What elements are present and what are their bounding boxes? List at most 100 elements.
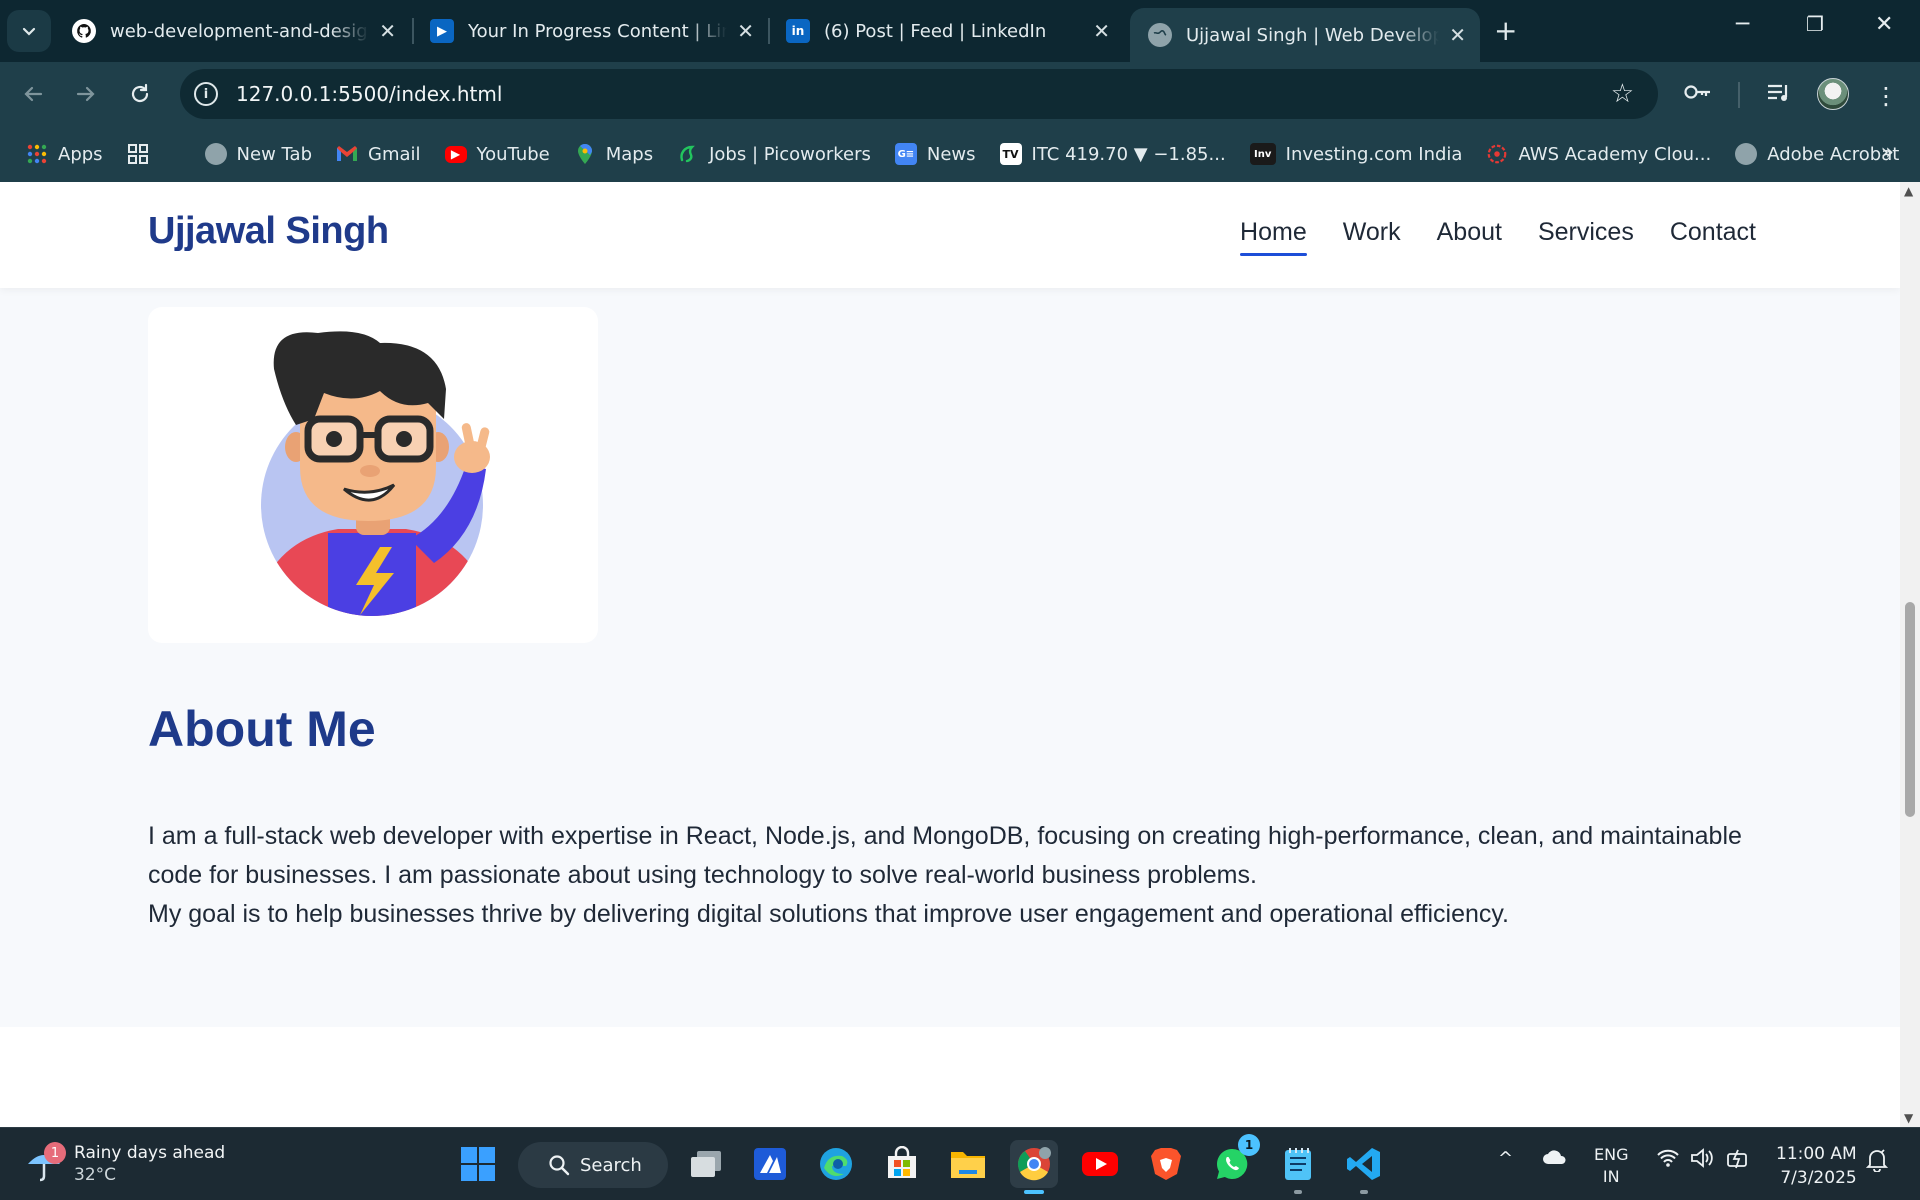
tab-groups-icon <box>127 143 149 165</box>
app-logo-icon <box>754 1148 786 1180</box>
task-view-icon <box>691 1151 721 1177</box>
site-header: Ujjawal Singh Home Work About Services C… <box>0 182 1900 288</box>
bookmark-news[interactable]: G≡ News <box>894 143 976 165</box>
onedrive-cloud-icon[interactable] <box>1542 1148 1568 1171</box>
browser-toolbar: i 127.0.0.1:5500/index.html ☆ ⋮ <box>0 62 1920 126</box>
chrome-icon <box>1017 1147 1051 1181</box>
avatar-card <box>148 307 598 643</box>
taskbar-app-chrome[interactable] <box>1010 1140 1058 1194</box>
browser-tab[interactable]: web-development-and-design- ✕ <box>54 8 410 54</box>
news-icon: G≡ <box>894 143 917 165</box>
task-view-button[interactable] <box>682 1140 730 1188</box>
vscode-icon <box>1347 1148 1380 1180</box>
bookmark-youtube[interactable]: ▶ YouTube <box>444 144 550 165</box>
profile-avatar[interactable] <box>1817 78 1849 110</box>
brave-lion-icon <box>1151 1148 1181 1180</box>
bookmark-new-tab[interactable]: New Tab <box>204 143 312 165</box>
tab-groups-button[interactable] <box>127 143 159 165</box>
weather-widget[interactable]: 1 Rainy days ahead 32°C <box>24 1142 225 1186</box>
taskbar-app-brave[interactable] <box>1142 1140 1190 1188</box>
close-icon[interactable]: ✕ <box>1449 23 1466 47</box>
taskbar-app-whatsapp[interactable]: 1 <box>1208 1134 1260 1188</box>
taskbar-app-notepad[interactable] <box>1274 1140 1322 1194</box>
system-clock[interactable]: 11:00 AM 7/3/2025 <box>1776 1142 1857 1190</box>
volume-icon[interactable] <box>1690 1148 1716 1173</box>
bookmark-label: AWS Academy Clou... <box>1518 143 1712 165</box>
bookmark-itc[interactable]: TV ITC 419.70 ▼ −1.85... <box>999 143 1226 165</box>
bookmark-maps[interactable]: Maps <box>574 143 653 165</box>
bookmark-star-icon[interactable]: ☆ <box>1611 79 1634 109</box>
scrollbar-thumb[interactable] <box>1905 602 1915 817</box>
nav-link-contact[interactable]: Contact <box>1670 218 1756 253</box>
close-icon[interactable]: ✕ <box>1093 19 1110 43</box>
site-logo[interactable]: Ujjawal Singh <box>148 210 389 253</box>
start-button[interactable] <box>454 1140 502 1188</box>
password-key-icon[interactable] <box>1684 82 1712 108</box>
input-language-indicator[interactable]: ENG IN <box>1594 1144 1628 1188</box>
browser-tab[interactable]: ▶ Your In Progress Content | Linke ✕ <box>412 8 768 54</box>
reload-button[interactable] <box>122 76 158 112</box>
media-queue-icon[interactable] <box>1766 82 1792 110</box>
minimize-icon[interactable]: ─ <box>1736 12 1749 37</box>
taskbar-search[interactable]: Search <box>518 1142 668 1188</box>
bookmark-apps[interactable]: Apps <box>26 143 103 165</box>
taskbar-app-vscode[interactable] <box>1340 1140 1388 1194</box>
bookmark-investing[interactable]: Inv Investing.com India <box>1249 143 1462 165</box>
notification-bell-icon[interactable] <box>1865 1148 1889 1177</box>
bookmark-aws-academy[interactable]: AWS Academy Clou... <box>1486 143 1711 165</box>
taskbar-app-youtube[interactable] <box>1076 1140 1124 1188</box>
page-scrollbar[interactable]: ▲ ▼ <box>1900 182 1920 1127</box>
nav-link-services[interactable]: Services <box>1538 218 1634 253</box>
linkedin-icon: in <box>786 19 810 43</box>
url-text[interactable]: 127.0.0.1:5500/index.html <box>236 82 502 106</box>
taskbar-app-file-explorer[interactable] <box>944 1140 992 1188</box>
bookmark-label: Adobe Acrobat <box>1767 143 1900 165</box>
bookmark-adobe-acrobat[interactable]: Adobe Acrobat <box>1735 143 1899 165</box>
windows-logo-icon <box>461 1147 495 1181</box>
globe-icon <box>1735 143 1758 165</box>
whatsapp-unread-badge: 1 <box>1238 1134 1260 1156</box>
site-info-icon[interactable]: i <box>194 82 218 106</box>
taskbar-app-toolbox[interactable] <box>746 1140 794 1188</box>
close-icon[interactable]: ✕ <box>737 19 754 43</box>
restore-icon[interactable]: ❐ <box>1806 12 1824 36</box>
bookmark-label: Maps <box>605 143 654 165</box>
youtube-icon <box>1082 1152 1118 1176</box>
bookmark-gmail[interactable]: Gmail <box>336 143 421 165</box>
address-bar[interactable]: i 127.0.0.1:5500/index.html ☆ <box>180 69 1658 119</box>
chevron-double-right-icon[interactable]: » <box>1881 140 1894 165</box>
close-icon[interactable]: ✕ <box>379 19 396 43</box>
apps-grid-icon <box>26 143 48 165</box>
wifi-icon[interactable] <box>1656 1148 1680 1173</box>
browser-tab[interactable]: in (6) Post | Feed | LinkedIn ✕ <box>768 8 1124 54</box>
chevron-up-icon[interactable]: ^ <box>1498 1148 1513 1169</box>
battery-charging-icon[interactable] <box>1726 1148 1752 1175</box>
nav-link-work[interactable]: Work <box>1343 218 1401 253</box>
weather-title: Rainy days ahead <box>74 1143 226 1163</box>
bookmark-picoworkers[interactable]: Jobs | Picoworkers <box>677 143 871 165</box>
scroll-down-arrow-icon[interactable]: ▼ <box>1904 1111 1913 1125</box>
scroll-up-arrow-icon[interactable]: ▲ <box>1904 184 1913 198</box>
tab-search-button[interactable] <box>7 10 51 52</box>
forward-button[interactable] <box>68 76 104 112</box>
chevron-down-icon <box>22 27 36 36</box>
page-viewport: Ujjawal Singh Home Work About Services C… <box>0 182 1900 1127</box>
running-app-indicator <box>1360 1190 1368 1194</box>
window-close-icon[interactable]: ✕ <box>1875 12 1893 37</box>
picoworkers-icon <box>677 143 699 165</box>
tab-title: Your In Progress Content | Linke <box>468 20 728 42</box>
back-button[interactable] <box>15 76 51 112</box>
browser-tab-active[interactable]: Ujjawal Singh | Web Developer | ✕ <box>1130 8 1480 62</box>
taskbar-app-edge[interactable] <box>812 1140 860 1188</box>
taskbar-app-store[interactable] <box>878 1140 926 1188</box>
new-tab-button[interactable]: + <box>1494 14 1517 47</box>
youtube-icon: ▶ <box>444 145 467 163</box>
microsoft-store-icon <box>888 1146 916 1178</box>
more-vert-icon[interactable]: ⋮ <box>1874 82 1898 110</box>
reload-icon <box>131 83 149 103</box>
nav-link-about[interactable]: About <box>1437 218 1502 253</box>
about-heading: About Me <box>148 701 376 757</box>
windows-taskbar: 1 Rainy days ahead 32°C Search 1 ^ ENG I… <box>0 1127 1920 1200</box>
nav-link-home[interactable]: Home <box>1240 218 1307 256</box>
tradingview-icon: TV <box>999 143 1022 165</box>
